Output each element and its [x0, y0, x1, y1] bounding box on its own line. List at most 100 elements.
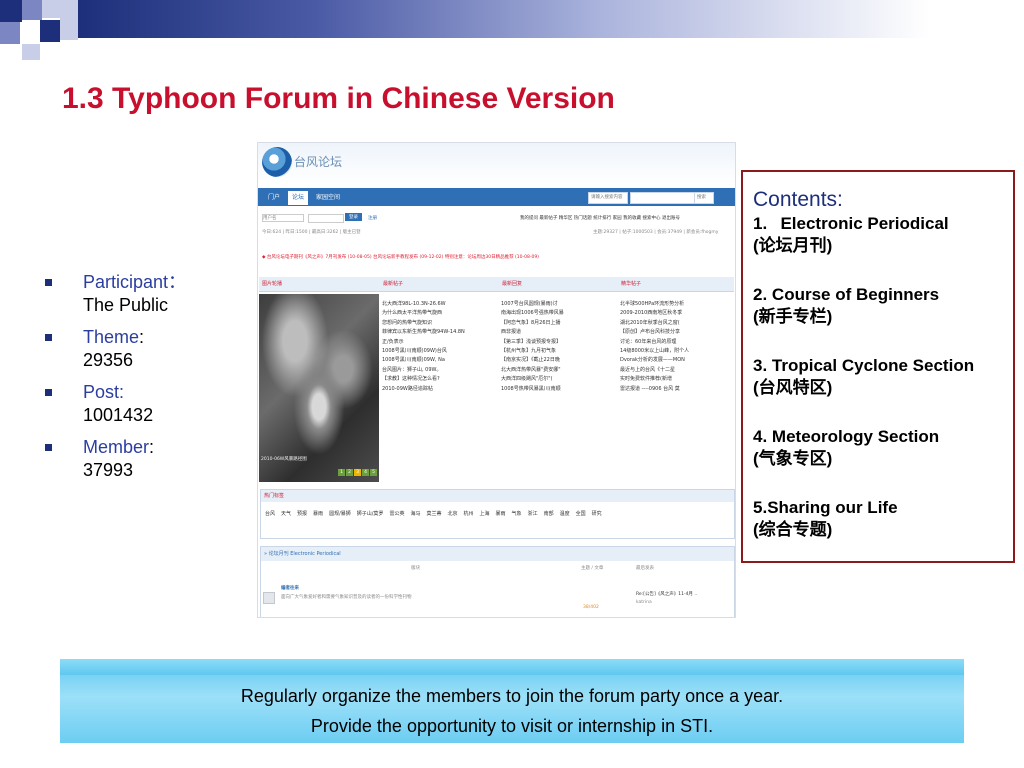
list-item[interactable]: 大西洋四级飓风"厄尔"( — [501, 375, 616, 384]
decor-square — [40, 20, 60, 42]
search-input[interactable] — [630, 192, 696, 204]
tag-link[interactable]: 预报 — [297, 511, 307, 517]
col-header-topics: 主题 / 文章 — [581, 566, 604, 571]
list-item[interactable]: 【求教】这种情况怎么看? — [382, 375, 497, 384]
tag-link[interactable]: 暴雨 — [313, 511, 323, 517]
list-item[interactable]: 实时免费软件推荐(新增 — [620, 375, 732, 384]
tag-link[interactable]: 气象 — [512, 511, 522, 517]
bullet-value: The Public — [83, 295, 169, 315]
search-button[interactable]: 搜索 — [694, 192, 714, 204]
photo-page-3[interactable]: 3 — [354, 469, 361, 476]
bullet-marker — [45, 389, 52, 396]
decor-square — [42, 0, 60, 18]
periodical-panel: » 论坛月刊 Electronic Periodical 版块 主题 / 文章 … — [260, 546, 735, 617]
satellite-image[interactable]: 2010-06W风暴路径图 12345 — [259, 294, 379, 482]
board-last-post[interactable]: Re:[公告]《风之声》11-4月 .. — [636, 591, 697, 597]
list-item[interactable]: 【第三季】浅谈预报专报】 — [501, 338, 616, 347]
list-item[interactable]: 2010-09W路径追踪帖 — [382, 385, 497, 394]
tag-link[interactable]: 上海 — [480, 511, 490, 517]
bullet-post: Post: 1001432 — [45, 381, 225, 427]
list-item[interactable]: 西非报道 — [501, 328, 616, 337]
tag-link[interactable]: 研究 — [592, 511, 602, 517]
decor-square — [60, 0, 78, 40]
list-item[interactable]: 1008号黑川(南顺)09W)台风 — [382, 347, 497, 356]
bullet-value: 37993 — [83, 460, 134, 480]
board-last-user[interactable]: katrina — [636, 600, 652, 605]
list-item[interactable]: 【阿恋气象】8月26日上播 — [501, 319, 616, 328]
list-item[interactable]: 菲律宾以东新生热带气旋94W-14.8N — [382, 328, 497, 337]
tag-link[interactable]: 温度 — [560, 511, 570, 517]
decor-square — [0, 22, 20, 44]
photo-page-5[interactable]: 5 — [370, 469, 377, 476]
tag-link[interactable]: 海马 — [410, 511, 420, 517]
forum-notice[interactable]: ◆ 台风论坛电子期刊《风之声》7月刊发布 (10-08-05) 台风论坛新手教程… — [262, 254, 539, 260]
tag-link[interactable]: 南部 — [544, 511, 554, 517]
list-item[interactable]: 雷达报道 ----0906 台风 莫 — [620, 385, 732, 394]
nav-tab-portal[interactable]: 门户 — [264, 191, 284, 205]
list-item[interactable]: 台风图片：狮子山, 09W。 — [382, 366, 497, 375]
list-item[interactable]: 最近与上的台风《十二星 — [620, 366, 732, 375]
login-button[interactable]: 登录 — [345, 213, 362, 221]
bullet-separator: : — [119, 382, 125, 402]
forum-logo-icon — [262, 147, 292, 177]
quick-links[interactable]: 我的提问 最新帖子 精华区 热门话题 统计排行 家园 我的收藏 搜索中心 退出账… — [520, 215, 680, 221]
tag-link[interactable]: 台风 — [265, 511, 275, 517]
hot-tags-header: 热门标签 — [261, 490, 734, 502]
photo-pager: 12345 — [337, 469, 377, 476]
board-title[interactable]: 编者往来 — [281, 585, 299, 591]
list-item[interactable]: 湖北2010年秋季台风之窗( — [620, 319, 732, 328]
list-item[interactable]: 1008号黑川(南顺)09W, Na — [382, 356, 497, 365]
list-item[interactable]: 讨论：60年来台风的原理 — [620, 338, 732, 347]
bullet-value: 1001432 — [83, 405, 154, 425]
list-item[interactable]: 为什么西太平洋热带气旋西 — [382, 309, 497, 318]
forum-nav: 门户 论坛 家园空间 请输入搜索内容 搜索 — [258, 188, 735, 206]
tag-link[interactable]: 莫兰蒂 — [426, 511, 441, 517]
tag-link[interactable]: 杭州 — [464, 511, 474, 517]
periodical-header[interactable]: » 论坛月刊 Electronic Periodical — [261, 547, 734, 561]
board-icon — [263, 592, 275, 604]
contents-item-chinese: (气象专区) — [753, 449, 833, 468]
list-item[interactable]: 您想问的热带气旋知识 — [382, 319, 497, 328]
list-item[interactable]: 南海出现1006号强热带风暴 — [501, 309, 616, 318]
list-item[interactable]: 1007号台风圆规(暴雨)讨 — [501, 300, 616, 309]
tag-link[interactable]: 全国 — [576, 511, 586, 517]
list-item[interactable]: Dvorak分析的发展——MON — [620, 356, 732, 365]
tag-link[interactable]: 暴雨 — [496, 511, 506, 517]
bullet-marker — [45, 279, 52, 286]
list-item[interactable]: 【杭州气象】九月初气象 — [501, 347, 616, 356]
photo-page-1[interactable]: 1 — [338, 469, 345, 476]
search-scope-select[interactable]: 请输入搜索内容 — [588, 192, 628, 204]
list-item[interactable]: 1008号热带风暴黑川(南顺 — [501, 385, 616, 394]
list-item[interactable]: 正/负表示 — [382, 338, 497, 347]
contents-item-text: Meteorology Section — [771, 427, 940, 446]
nav-tab-space[interactable]: 家园空间 — [312, 191, 344, 205]
register-link[interactable]: 注册 — [368, 215, 377, 221]
tag-link[interactable]: 天气 — [281, 511, 291, 517]
nav-tab-forum[interactable]: 论坛 — [288, 191, 309, 205]
list-item[interactable]: 北大西洋热带风暴"费安娜" — [501, 366, 616, 375]
photo-page-4[interactable]: 4 — [362, 469, 369, 476]
login-user-field[interactable]: 用户名 — [262, 214, 304, 222]
bullet-separator: ： — [168, 272, 187, 292]
list-item[interactable]: 14级8000米以上山峰，附个人 — [620, 347, 732, 356]
list-item[interactable]: 2009-2010西南地区秋冬季 — [620, 309, 732, 318]
tag-link[interactable]: 北京 — [447, 511, 457, 517]
bullet-key: Post — [83, 382, 120, 402]
header-gradient-bar — [78, 0, 1024, 38]
tag-link[interactable]: 浙江 — [528, 511, 538, 517]
contents-item-chinese: (台风特区) — [753, 378, 833, 397]
list-item[interactable]: 北大西洋98L-10.3N-26.6W — [382, 300, 497, 309]
list-item[interactable]: 【原创】卢布台风科技分享 — [620, 328, 732, 337]
contents-item-label: 5.Sharing our Life — [753, 497, 1013, 519]
contents-item-label: 3. Tropical Cyclone Section — [753, 355, 1013, 377]
list-item[interactable]: 北半球500HPa环流形势分析 — [620, 300, 732, 309]
photo-page-2[interactable]: 2 — [346, 469, 353, 476]
login-password-field[interactable] — [308, 214, 344, 223]
list-item[interactable]: 【南京实况】《截止22日晚 — [501, 356, 616, 365]
contents-item-number: 1. — [753, 214, 768, 233]
bottom-banner: Regularly organize the members to join t… — [60, 659, 964, 743]
tag-link[interactable]: 雷公英 — [389, 511, 404, 517]
tag-link[interactable]: 圆规/暴狮 — [329, 511, 351, 517]
tag-link[interactable]: 狮子山/莫罗 — [357, 511, 384, 517]
